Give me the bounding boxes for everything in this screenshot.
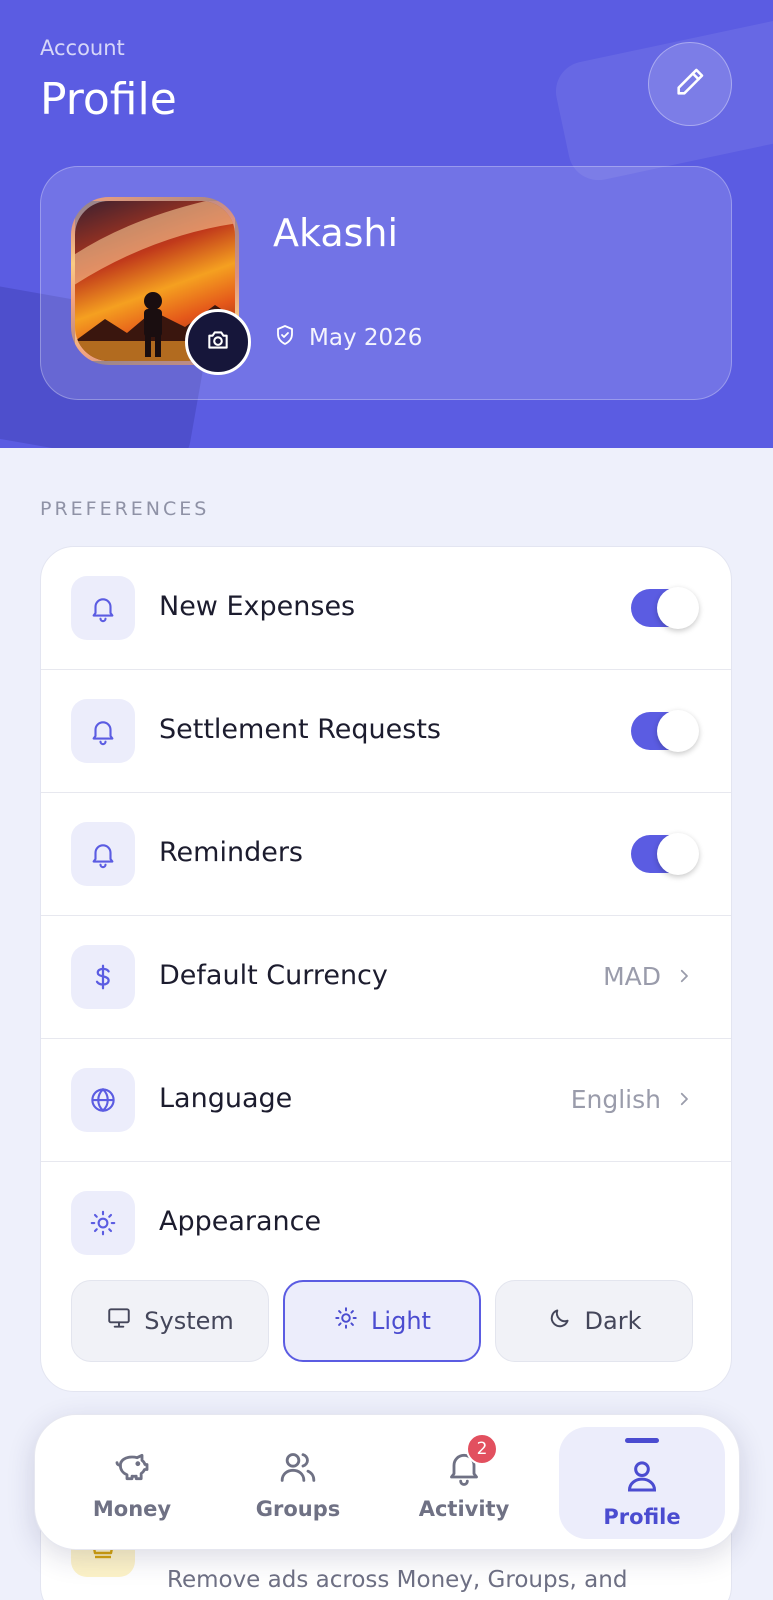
toggle-knob — [657, 710, 699, 752]
header-eyebrow: Account — [40, 36, 125, 60]
user-icon — [620, 1453, 664, 1497]
premium-subtitle: Remove ads across Money, Groups, and — [167, 1567, 628, 1593]
appearance-option-system[interactable]: System — [71, 1280, 269, 1362]
active-indicator — [625, 1437, 659, 1443]
reminders-toggle[interactable] — [631, 833, 699, 875]
change-photo-button[interactable] — [185, 309, 251, 375]
globe-icon — [71, 1068, 135, 1132]
member-since-date: May 2026 — [309, 325, 423, 351]
member-since: May 2026 — [273, 323, 422, 353]
pref-label: Settlement Requests — [159, 714, 441, 745]
profile-header: Account Profile Akashi May 2026 — [0, 0, 773, 448]
language-value: English — [571, 1085, 693, 1114]
pref-row-appearance: Appearance System Light Dark — [41, 1162, 731, 1391]
pref-row-default-currency[interactable]: Default Currency MAD — [41, 916, 731, 1039]
pref-label: New Expenses — [159, 591, 356, 622]
page-title: Profile — [40, 74, 177, 125]
pref-row-reminders[interactable]: Reminders — [41, 793, 731, 916]
bell-icon: 2 — [442, 1433, 498, 1489]
bottom-nav: Money Groups 2 Activity Profile — [34, 1414, 740, 1550]
pref-label: Appearance — [159, 1206, 322, 1237]
pref-row-settlement-requests[interactable]: Settlement Requests — [41, 670, 731, 793]
currency-value: MAD — [603, 962, 693, 991]
chevron-right-icon — [675, 1085, 693, 1114]
bell-icon — [71, 822, 135, 886]
section-label-preferences: PREFERENCES — [40, 498, 210, 520]
new-expenses-toggle[interactable] — [631, 587, 699, 629]
nav-item-money[interactable]: Money — [49, 1427, 215, 1539]
profile-card: Akashi May 2026 — [40, 166, 732, 400]
camera-icon — [205, 327, 231, 357]
chevron-right-icon — [675, 962, 693, 991]
appearance-option-dark[interactable]: Dark — [495, 1280, 693, 1362]
bell-icon — [71, 699, 135, 763]
appearance-option-label: System — [144, 1307, 234, 1335]
dollar-icon — [71, 945, 135, 1009]
language-value-text: English — [570, 1085, 661, 1114]
edit-profile-button[interactable] — [648, 42, 732, 126]
nav-label: Profile — [603, 1504, 681, 1529]
preferences-card: New Expenses Settlement Requests Reminde… — [40, 546, 732, 1392]
shield-check-icon — [273, 323, 297, 353]
nav-label: Groups — [255, 1497, 341, 1521]
bell-icon — [71, 576, 135, 640]
pref-label: Default Currency — [159, 960, 388, 991]
nav-item-activity[interactable]: 2 Activity — [381, 1427, 547, 1539]
sun-icon — [71, 1191, 135, 1255]
nav-item-profile[interactable]: Profile — [559, 1427, 725, 1539]
toggle-knob — [657, 587, 699, 629]
nav-item-groups[interactable]: Groups — [215, 1427, 381, 1539]
sun-icon — [333, 1305, 359, 1337]
pencil-icon — [673, 65, 707, 103]
nav-label: Money — [92, 1497, 172, 1521]
piggy-bank-icon — [110, 1445, 154, 1489]
appearance-option-light[interactable]: Light — [283, 1280, 481, 1362]
pref-row-new-expenses[interactable]: New Expenses — [41, 547, 731, 670]
monitor-icon — [106, 1305, 132, 1337]
user-name: Akashi — [273, 211, 399, 255]
currency-value-text: MAD — [603, 962, 661, 991]
users-icon — [276, 1445, 320, 1489]
nav-label: Activity — [418, 1497, 510, 1521]
toggle-knob — [657, 833, 699, 875]
appearance-option-label: Light — [371, 1307, 431, 1335]
appearance-option-label: Dark — [584, 1307, 642, 1335]
settlement-requests-toggle[interactable] — [631, 710, 699, 752]
pref-row-language[interactable]: Language English — [41, 1039, 731, 1162]
notification-badge: 2 — [466, 1433, 498, 1465]
pref-label: Reminders — [159, 837, 303, 868]
moon-icon — [547, 1305, 573, 1337]
pref-label: Language — [159, 1083, 293, 1114]
